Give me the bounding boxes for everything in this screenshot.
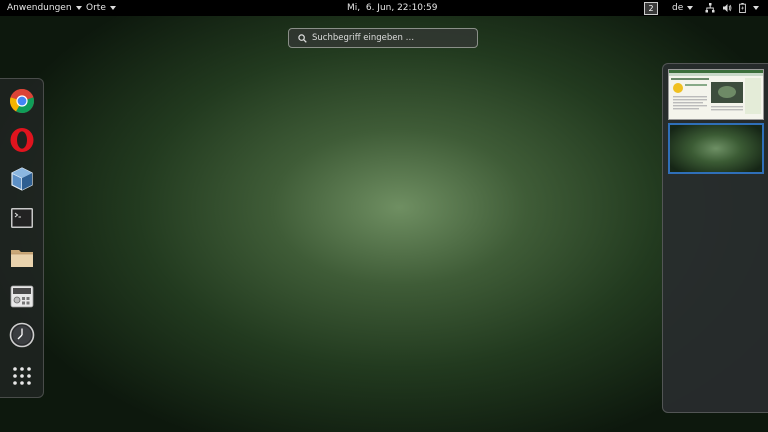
- dash-app-files[interactable]: [8, 243, 36, 271]
- places-menu[interactable]: Orte: [86, 0, 116, 16]
- dash-app-chrome[interactable]: [8, 87, 36, 115]
- places-menu-label: Orte: [86, 3, 106, 13]
- activities-apps-menu[interactable]: Anwendungen: [7, 0, 82, 16]
- system-menu[interactable]: [705, 0, 759, 16]
- files-icon: [11, 250, 33, 267]
- apps-menu-label: Anwendungen: [7, 3, 72, 13]
- volume-icon: [723, 4, 732, 12]
- top-bar: Anwendungen Orte Mi, 6. Jun, 22:10:59 2 …: [0, 0, 768, 16]
- search-placeholder: Suchbegriff eingeben …: [312, 33, 415, 43]
- show-applications-button[interactable]: [8, 362, 36, 390]
- workspace-indicator[interactable]: 2: [644, 0, 658, 16]
- show-applications-icon: [13, 367, 31, 385]
- workspace-number: 2: [644, 1, 658, 15]
- battery-icon: [739, 3, 746, 13]
- virtualbox-icon: [11, 167, 33, 191]
- keyboard-layout-label: de: [672, 3, 684, 13]
- dash-app-virtualbox[interactable]: [8, 165, 36, 193]
- chrome-icon: [10, 89, 34, 113]
- chevron-down-icon: [687, 6, 694, 10]
- clock-icon: [9, 322, 35, 348]
- workspace-thumbnail-2[interactable]: [668, 123, 764, 174]
- dash-app-clocks[interactable]: [8, 321, 36, 349]
- dash-app-opera[interactable]: [8, 126, 36, 154]
- search-field[interactable]: Suchbegriff eingeben …: [288, 28, 478, 48]
- dash-app-calculator[interactable]: [8, 282, 36, 310]
- chevron-down-icon: [753, 6, 759, 10]
- workspace-thumbnail-1[interactable]: [668, 69, 764, 120]
- clock-label: Mi, 6. Jun, 22:10:59: [347, 3, 438, 13]
- keyboard-layout-menu[interactable]: de: [672, 0, 694, 16]
- network-icon: [705, 3, 715, 13]
- opera-icon: [10, 128, 34, 152]
- workspace-switcher: [662, 63, 768, 413]
- terminal-icon: [11, 208, 33, 228]
- clock[interactable]: Mi, 6. Jun, 22:10:59: [347, 0, 438, 16]
- dash-app-terminal[interactable]: [8, 204, 36, 232]
- calculator-icon: [10, 285, 34, 308]
- chevron-down-icon: [109, 6, 116, 10]
- search-icon: [298, 33, 307, 43]
- chevron-down-icon: [75, 6, 82, 10]
- dash: [0, 78, 44, 398]
- workspace-1-window-preview: [669, 70, 763, 114]
